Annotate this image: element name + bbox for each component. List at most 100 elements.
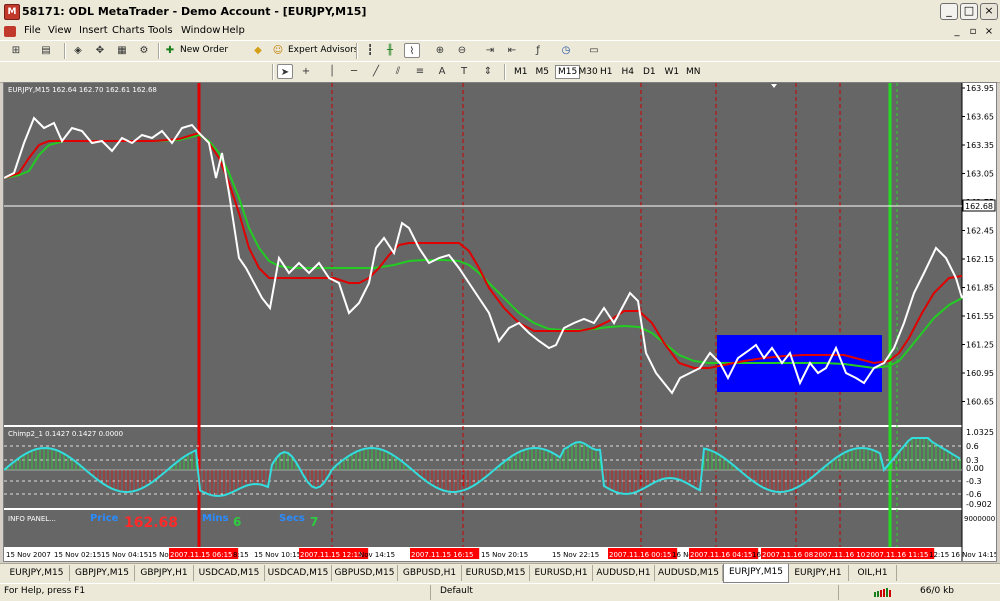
time-tick-label: 15 Nov 22:15 <box>552 551 599 559</box>
auto-scroll-icon[interactable]: ⇥ <box>482 43 498 58</box>
cursor-icon[interactable]: ➤ <box>277 64 293 79</box>
drawing-toolbar: ➤ + │ ─ ╱ ⫽ ≡ A T ⇕ M1 M5 M15 M30 H1 H4 D1 W1 MN <box>0 61 1000 83</box>
candlestick-icon[interactable]: ╫ <box>382 43 398 58</box>
menu-file[interactable]: File <box>24 25 41 36</box>
navigator-icon[interactable]: ✥ <box>92 43 108 58</box>
channel-icon[interactable]: ⫽ <box>390 64 406 79</box>
new-chart-icon[interactable]: ⊞ <box>8 43 24 58</box>
chart-tab-gbpusd-h1[interactable]: GBPUSD,H1 <box>398 565 462 581</box>
templates-icon[interactable]: ▭ <box>586 43 602 58</box>
zoom-out-icon[interactable]: ⊖ <box>454 43 470 58</box>
chart-tab-gbpusd-m15[interactable]: GBPUSD,M15 <box>332 565 398 581</box>
indicator-panel[interactable] <box>4 427 962 508</box>
chart-shift-icon[interactable]: ⇤ <box>504 43 520 58</box>
chart-window-icon[interactable] <box>4 26 16 37</box>
menu-help[interactable]: Help <box>222 25 245 36</box>
timeframe-button-m5[interactable]: M5 <box>534 67 552 77</box>
mdi-close-button[interactable]: × <box>982 25 996 38</box>
info-price-label: Price <box>90 513 119 524</box>
profiles-icon[interactable]: ▤ <box>38 43 54 58</box>
text-label-icon[interactable]: T <box>456 64 472 79</box>
line-chart-icon[interactable]: ⌇ <box>404 43 420 58</box>
text-icon[interactable]: A <box>434 64 450 79</box>
maximize-button[interactable]: □ <box>960 3 978 20</box>
time-tick-label: 15 Nov 2007 <box>6 551 51 559</box>
bar-chart-icon[interactable]: ┇ <box>362 43 378 58</box>
vertical-line-icon[interactable]: │ <box>324 64 340 79</box>
status-traffic: 66/0 kb <box>920 586 954 596</box>
timeframe-button-h1[interactable]: H1 <box>598 67 615 77</box>
chart-tab-gbpjpy-h1[interactable]: GBPJPY,H1 <box>135 565 194 581</box>
chart-tab-eurusd-h1[interactable]: EURUSD,H1 <box>530 565 593 581</box>
chart-tab-eurjpy-m15[interactable]: EURJPY,M15 <box>723 564 789 583</box>
minimize-button[interactable]: _ <box>940 3 958 20</box>
timeframe-button-m30[interactable]: M30 <box>577 67 600 77</box>
timeframe-button-d1[interactable]: D1 <box>641 67 658 77</box>
indicator-tick-label: -0.6 <box>966 490 982 499</box>
market-watch-icon[interactable]: ◈ <box>70 43 86 58</box>
timeframe-button-h4[interactable]: H4 <box>620 67 637 77</box>
toolbar-separator <box>272 64 274 80</box>
info-mins-label: Mins <box>202 513 228 524</box>
app-icon[interactable]: M <box>4 4 20 20</box>
periods-icon[interactable]: ◷ <box>558 43 574 58</box>
info-mins-value: 6 <box>233 515 241 529</box>
horizontal-line-icon[interactable]: ─ <box>346 64 362 79</box>
chart-tab-oil-h1[interactable]: OIL,H1 <box>849 565 897 581</box>
menu-view[interactable]: View <box>48 25 72 36</box>
timeframe-button-w1[interactable]: W1 <box>663 67 682 77</box>
indicator-tick-label: 0.6 <box>966 442 979 451</box>
chart-tab-usdcad-m15[interactable]: USDCAD,M15 <box>265 565 332 581</box>
tester-icon[interactable]: ⚙ <box>136 43 152 58</box>
chart-tab-eurjpy-m15[interactable]: EURJPY,M15 <box>4 565 70 581</box>
chart-tab-usdcad-m15[interactable]: USDCAD,M15 <box>194 565 265 581</box>
status-separator <box>430 585 431 600</box>
info-price-value: 162.68 <box>124 515 178 531</box>
indicator-label: Chimp2_1 0.1427 0.1427 0.0000 <box>8 430 123 438</box>
connection-icon <box>874 588 894 597</box>
trendline-icon[interactable]: ╱ <box>368 64 384 79</box>
standard-toolbar: ⊞ ▤ ◈ ✥ ▦ ⚙ ✚ New Order ◆ ☺ Expert Advis… <box>0 40 1000 62</box>
expert-advisors-icon[interactable]: ☺ <box>270 43 286 58</box>
indicators-icon[interactable]: ƒ <box>530 43 546 58</box>
title-bar: M 58171: ODL MetaTrader - Demo Account -… <box>0 0 1000 25</box>
indicator-tick-label: 0.00 <box>966 464 984 473</box>
terminal-icon[interactable]: ▦ <box>114 43 130 58</box>
new-order-button[interactable]: New Order <box>180 45 228 55</box>
menu-charts[interactable]: Charts <box>112 25 145 36</box>
toolbar-separator <box>356 43 358 59</box>
price-tick-label: 162.15 <box>966 255 994 264</box>
arrows-icon[interactable]: ⇕ <box>480 64 496 79</box>
time-tick-label: 15 Nov 02:15 <box>54 551 101 559</box>
timeframe-button-mn[interactable]: MN <box>684 67 703 77</box>
menu-bar: File View Insert Charts Tools Window Hel… <box>0 24 1000 40</box>
chart-tab-eurjpy-h1[interactable]: EURJPY,H1 <box>788 565 849 581</box>
chart-window[interactable]: 163.95163.65163.35163.05162.75162.45162.… <box>3 82 997 562</box>
menu-tools[interactable]: Tools <box>148 25 173 36</box>
indicator-tick-label: -0.3 <box>966 477 982 486</box>
close-button[interactable]: × <box>980 3 998 20</box>
mdi-minimize-button[interactable]: _ <box>950 25 964 38</box>
fibonacci-icon[interactable]: ≡ <box>412 64 428 79</box>
expert-advisors-button[interactable]: Expert Advisors <box>288 45 358 55</box>
zoom-in-icon[interactable]: ⊕ <box>432 43 448 58</box>
new-order-icon[interactable]: ✚ <box>162 43 178 58</box>
chart-tab-audusd-m15[interactable]: AUDUSD,M15 <box>655 565 723 581</box>
menu-insert[interactable]: Insert <box>79 25 108 36</box>
chart-tab-audusd-h1[interactable]: AUDUSD,H1 <box>593 565 655 581</box>
crosshair-icon[interactable]: + <box>298 64 314 79</box>
info-secs-value: 7 <box>310 515 318 529</box>
chart-tab-gbpjpy-m15[interactable]: GBPJPY,M15 <box>70 565 135 581</box>
price-tick-label: 163.65 <box>966 113 994 122</box>
chart-canvas[interactable]: 163.95163.65163.35163.05162.75162.45162.… <box>4 83 996 561</box>
time-tick-label: 2007.11.16 11:15 <box>866 551 928 559</box>
price-tick-label: 162.45 <box>966 227 994 236</box>
menu-window[interactable]: Window <box>181 25 220 36</box>
price-tick-label: 160.95 <box>966 369 994 378</box>
metaeditor-icon[interactable]: ◆ <box>250 43 266 58</box>
time-tick-label: 8:15 <box>233 551 249 559</box>
timeframe-button-m1[interactable]: M1 <box>512 67 530 77</box>
chart-tab-eurusd-m15[interactable]: EURUSD,M15 <box>462 565 530 581</box>
mdi-restore-button[interactable]: ▫ <box>966 25 980 38</box>
time-tick-label: 2007.11.16 04:15 <box>690 551 752 559</box>
